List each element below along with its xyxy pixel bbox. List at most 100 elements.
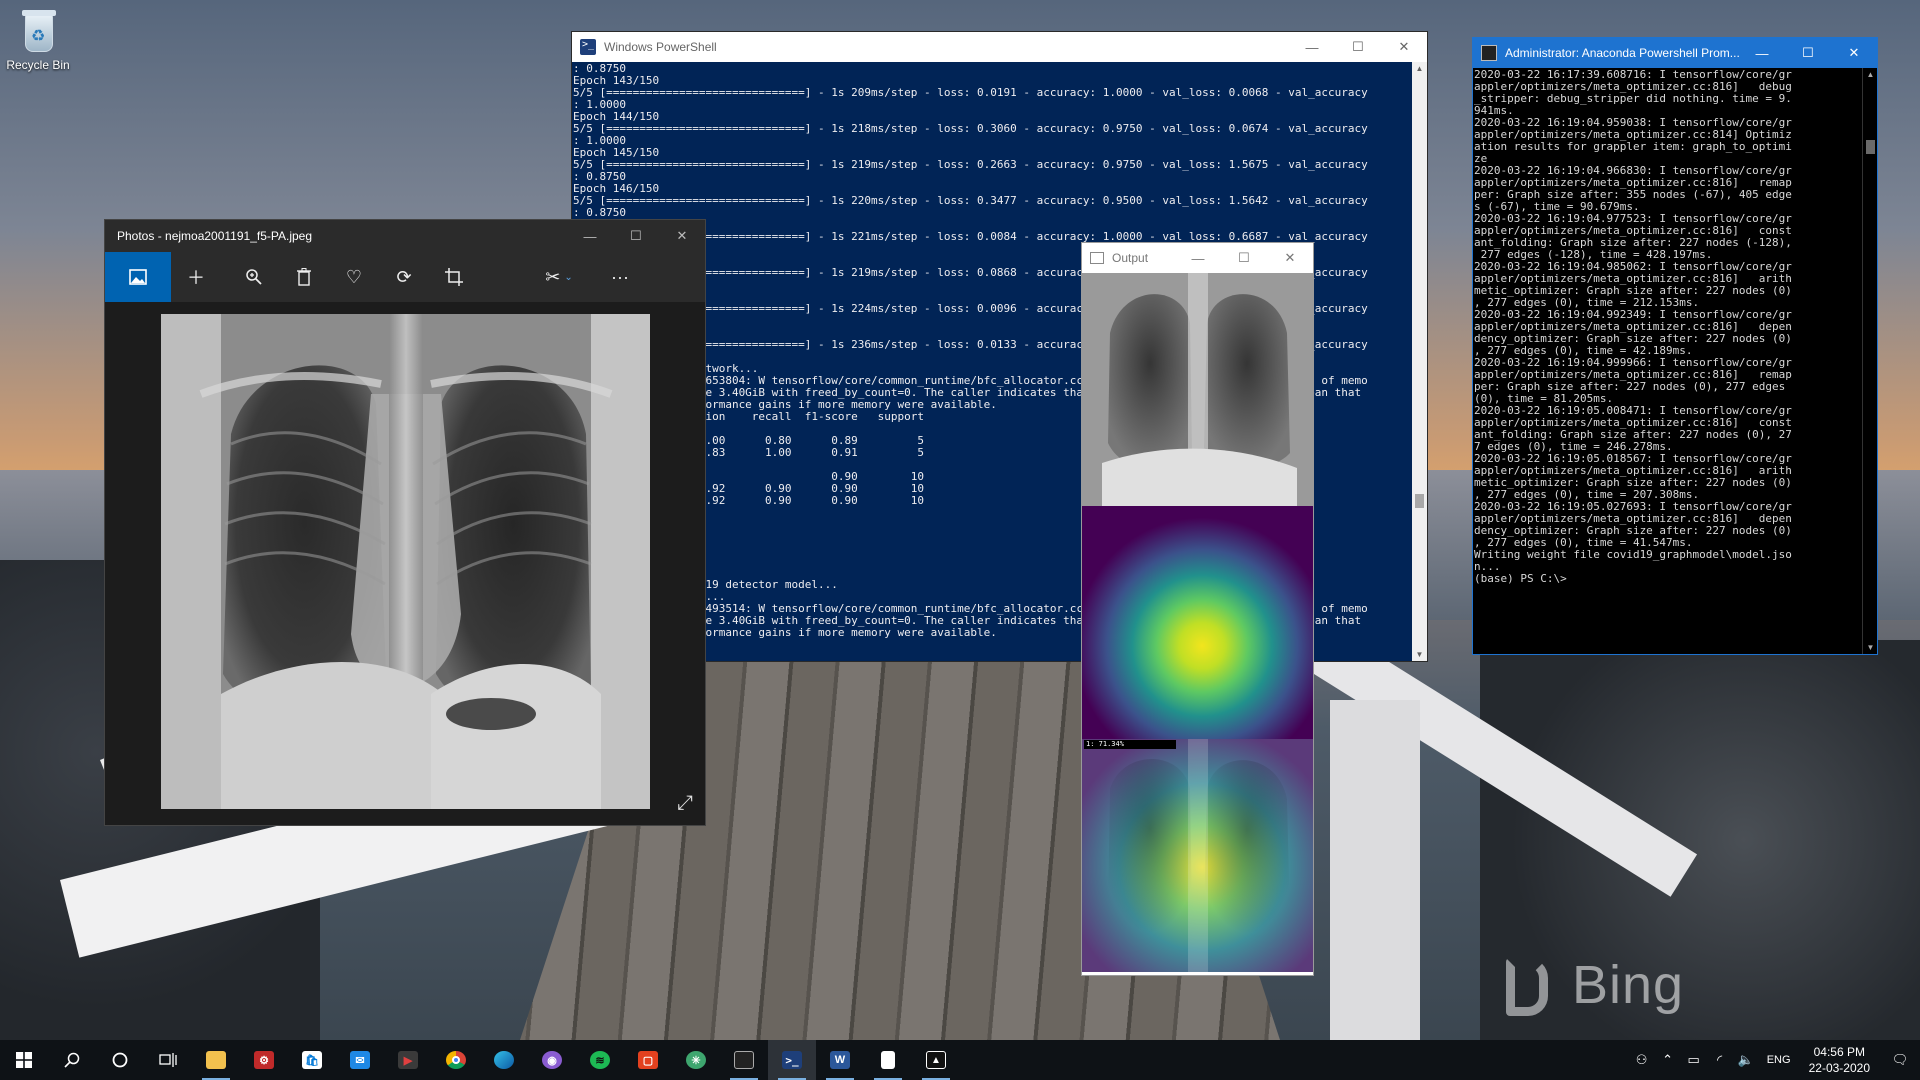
window-title: Output [1112, 251, 1149, 265]
console-icon [1481, 45, 1497, 61]
minimize-button[interactable]: — [567, 221, 613, 251]
maximize-button[interactable]: ☐ [613, 221, 659, 251]
crop-icon[interactable] [429, 252, 479, 302]
add-icon[interactable]: ＋ [171, 252, 221, 302]
cortana-icon[interactable] [96, 1040, 144, 1080]
scroll-down-arrow-icon[interactable]: ▼ [1412, 650, 1427, 659]
maximize-button[interactable]: ☐ [1335, 32, 1381, 62]
settings-app-icon[interactable]: ⚙ [240, 1040, 288, 1080]
start-button[interactable] [0, 1040, 48, 1080]
window-title: Administrator: Anaconda Powershell Prom.… [1505, 46, 1739, 60]
word-icon[interactable]: W [816, 1040, 864, 1080]
anaconda-console-line: (base) PS C:\> [1474, 572, 1567, 585]
volume-icon[interactable]: 🔈 [1733, 1052, 1759, 1068]
scroll-up-arrow-icon[interactable]: ▲ [1863, 70, 1877, 79]
minimize-button[interactable]: — [1289, 32, 1335, 62]
podcast-app-icon[interactable]: ◉ [528, 1040, 576, 1080]
powershell-console-line: : 0.8750 [573, 206, 626, 219]
powershell-console-line: : 1.0000 [573, 134, 626, 147]
task-view-icon[interactable] [144, 1040, 192, 1080]
anaconda-console-line: _stripper: debug_stripper did nothing. t… [1474, 92, 1792, 105]
photos-titlebar[interactable]: Photos - nejmoa2001191_f5-PA.jpeg — ☐ ✕ [105, 220, 705, 252]
window-title: Photos - nejmoa2001191_f5-PA.jpeg [117, 229, 313, 243]
powershell-taskbar-icon[interactable]: >_ [768, 1040, 816, 1080]
close-button[interactable]: ✕ [659, 221, 705, 251]
powershell-icon [580, 39, 596, 55]
scroll-up-arrow-icon[interactable]: ▲ [1412, 64, 1427, 73]
minimize-button[interactable]: — [1739, 38, 1785, 68]
scroll-down-arrow-icon[interactable]: ▼ [1863, 643, 1877, 652]
close-button[interactable]: ✕ [1381, 32, 1427, 62]
more-icon[interactable]: ··· [595, 252, 645, 302]
windows-logo-icon [16, 1052, 32, 1068]
clock[interactable]: 04:56 PM 22-03-2020 [1799, 1044, 1880, 1076]
media-app-icon[interactable]: ▶ [384, 1040, 432, 1080]
edit-icon[interactable]: ✂ ⌄ [529, 252, 589, 302]
show-hidden-icons-chevron-icon[interactable]: ⌃ [1655, 1052, 1681, 1068]
anaconda-titlebar[interactable]: Administrator: Anaconda Powershell Prom.… [1473, 38, 1877, 68]
powershell-console-line: : 0.8750 [573, 170, 626, 183]
edge-icon[interactable] [480, 1040, 528, 1080]
image-icon[interactable] [105, 252, 171, 302]
favorite-icon[interactable]: ♡ [329, 252, 379, 302]
maximize-button[interactable]: ☐ [1221, 243, 1267, 273]
zoom-icon[interactable] [229, 252, 279, 302]
clock-date: 22-03-2020 [1808, 1061, 1870, 1075]
maximize-button[interactable]: ☐ [1785, 38, 1831, 68]
scrollbar[interactable]: ▲ ▼ [1412, 62, 1427, 661]
chest-xray-image [161, 314, 650, 809]
console-taskbar-icon[interactable] [720, 1040, 768, 1080]
chrome-icon[interactable] [432, 1040, 480, 1080]
taskbar: ⚙ 🛍 ✉ ▶ ◉ ≋ ▢ ✳ >_ W ▲ ⚇ ⌃ ▭ ◜ 🔈 ENG 04:… [0, 1040, 1920, 1080]
mail-icon[interactable]: ✉ [336, 1040, 384, 1080]
search-icon[interactable] [48, 1040, 96, 1080]
bing-watermark: Bing [1572, 955, 1685, 1015]
network-app-icon[interactable]: ✳ [672, 1040, 720, 1080]
battery-icon[interactable]: ▭ [1681, 1052, 1707, 1068]
recycle-bin-label: Recycle Bin [6, 58, 70, 72]
wifi-icon[interactable]: ◜ [1707, 1052, 1733, 1068]
anaconda-console[interactable]: 2020-03-22 16:17:39.608716: I tensorflow… [1473, 68, 1863, 648]
recycle-bin[interactable]: ♻ Recycle Bin [6, 6, 70, 72]
close-button[interactable]: ✕ [1267, 243, 1313, 273]
photos-window[interactable]: Photos - nejmoa2001191_f5-PA.jpeg — ☐ ✕ … [104, 219, 706, 826]
original-xray-panel [1082, 273, 1313, 506]
window-title: Windows PowerShell [604, 40, 717, 54]
clock-time: 04:56 PM [1813, 1045, 1865, 1059]
bing-logo-icon [1506, 958, 1548, 1016]
rotate-icon[interactable]: ⟳ [379, 252, 429, 302]
powershell-titlebar[interactable]: Windows PowerShell — ☐ ✕ [572, 32, 1427, 62]
powershell-console-line: 5/5 [==============================] - 1… [573, 86, 1368, 99]
window-app-icon [1090, 252, 1104, 264]
powershell-console-line: 5/5 [==============================] - 1… [573, 158, 1368, 171]
expand-icon[interactable]: ⤢ [677, 792, 693, 815]
output-window[interactable]: Output — ☐ ✕ 1: 71.34% [1081, 242, 1314, 976]
photo-viewer[interactable]: ⤢ [105, 302, 705, 825]
document-icon[interactable] [864, 1040, 912, 1080]
delete-icon[interactable] [279, 252, 329, 302]
heatmap-overlay-panel: 1: 71.34% [1082, 739, 1313, 972]
wallpaper-post [1330, 700, 1420, 1040]
file-explorer-icon[interactable] [192, 1040, 240, 1080]
powershell-console-line: : 0.8750 [573, 62, 626, 75]
anaconda-prompt-window[interactable]: Administrator: Anaconda Powershell Prom.… [1472, 37, 1878, 655]
prediction-label: 1: 71.34% [1084, 740, 1176, 749]
spotify-icon[interactable]: ≋ [576, 1040, 624, 1080]
anaconda-console-line: ation results for grappler item: graph_t… [1474, 140, 1792, 153]
scrollbar-thumb[interactable] [1866, 140, 1875, 154]
powershell-console-line: 5/5 [==============================] - 1… [573, 122, 1368, 135]
powershell-console-line: : 1.0000 [573, 98, 626, 111]
language-indicator[interactable]: ENG [1759, 1054, 1799, 1066]
people-icon[interactable]: ⚇ [1629, 1052, 1655, 1068]
output-titlebar[interactable]: Output — ☐ ✕ [1082, 243, 1313, 273]
minimize-button[interactable]: — [1175, 243, 1221, 273]
store-icon[interactable]: 🛍 [288, 1040, 336, 1080]
anaconda-console-line: Writing weight file covid19_graphmodel\m… [1474, 548, 1792, 561]
close-button[interactable]: ✕ [1831, 38, 1877, 68]
photos-taskbar-icon[interactable]: ▲ [912, 1040, 960, 1080]
system-tray: ⚇ ⌃ ▭ ◜ 🔈 ENG 04:56 PM 22-03-2020 🗨 [1629, 1040, 1920, 1080]
scrollbar[interactable]: ▲ ▼ [1862, 68, 1877, 654]
notifications-icon[interactable]: 🗨 [1880, 1052, 1920, 1068]
scrollbar-thumb[interactable] [1415, 494, 1424, 508]
office-icon[interactable]: ▢ [624, 1040, 672, 1080]
